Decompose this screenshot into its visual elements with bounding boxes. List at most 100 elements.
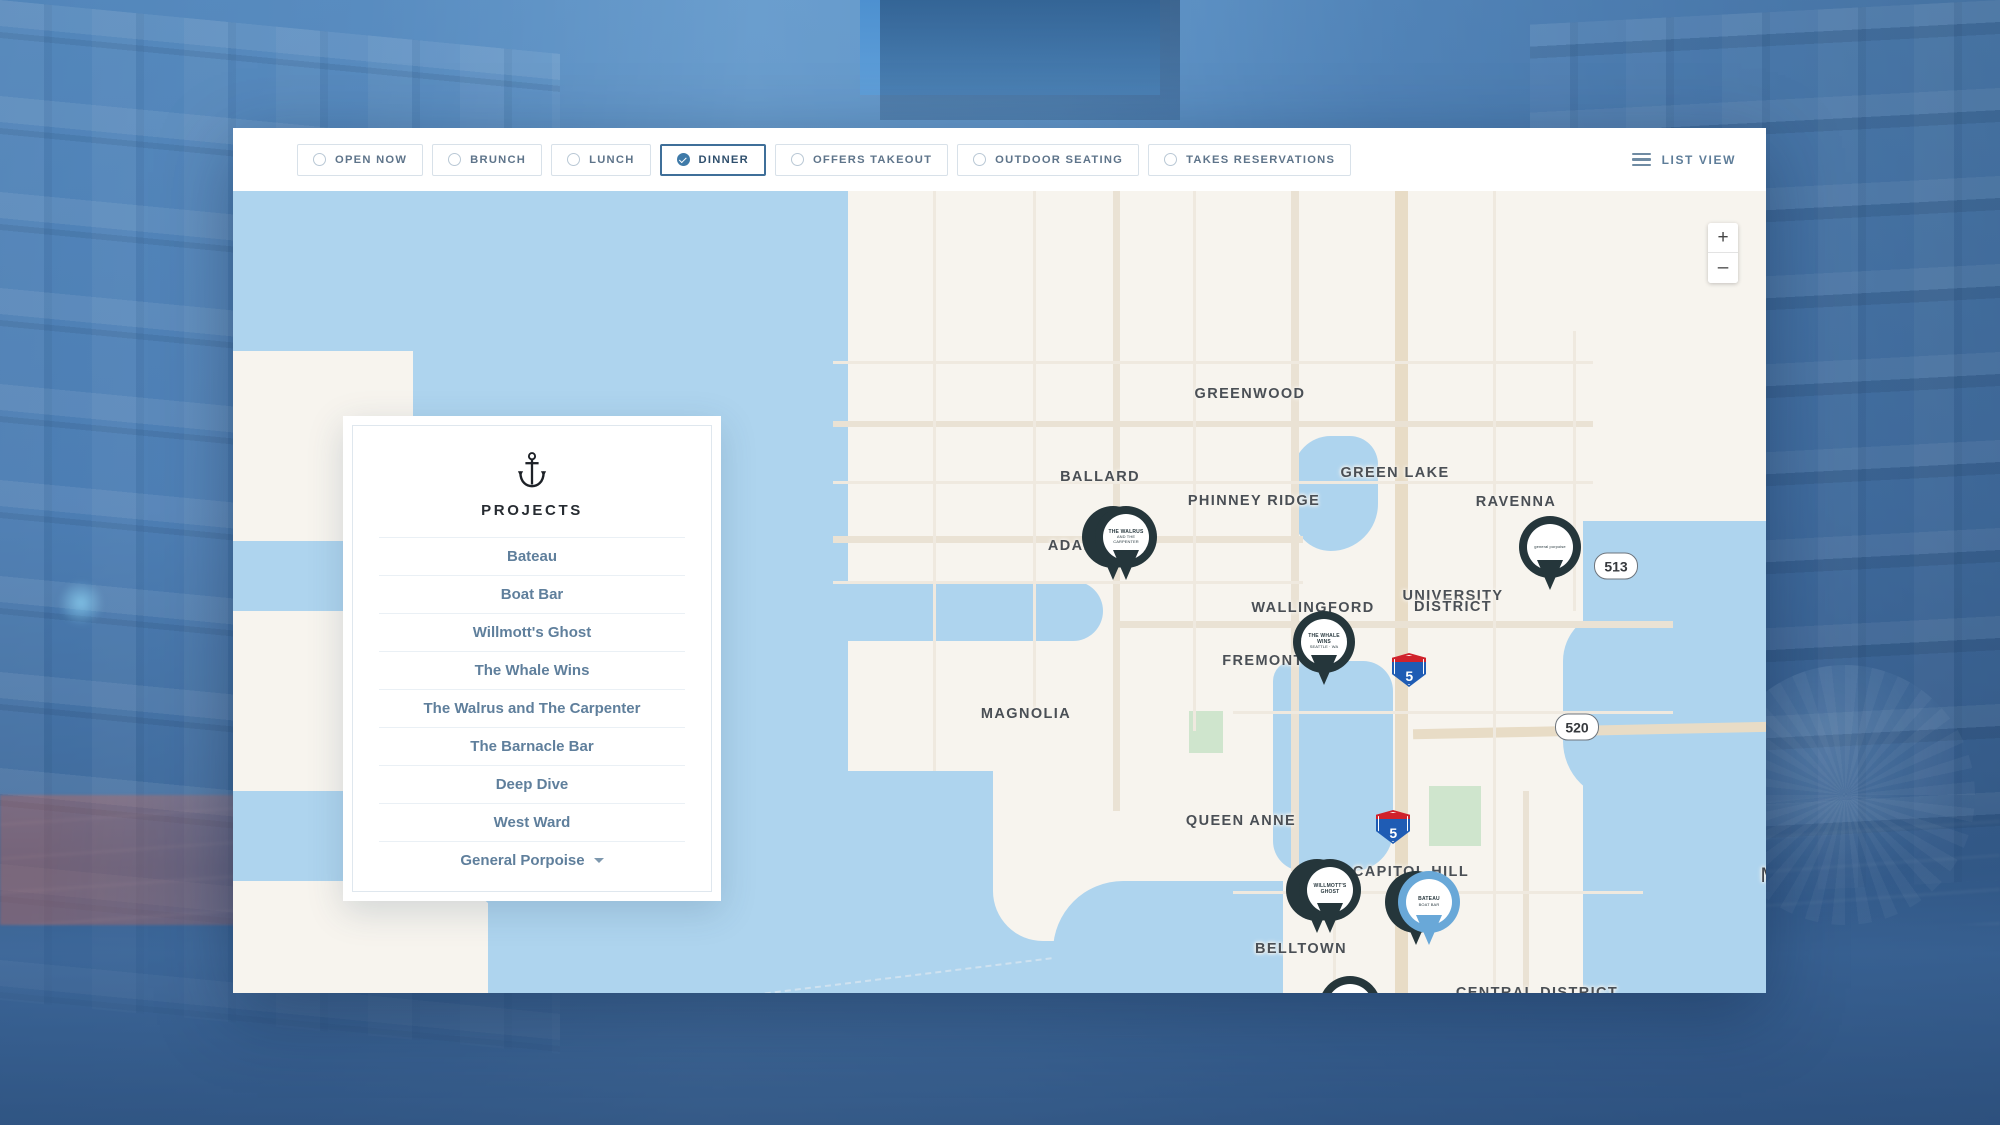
radio-icon — [973, 153, 987, 166]
road-85th — [833, 421, 1593, 427]
project-list-item[interactable]: The Whale Wins — [379, 651, 685, 689]
map-marker-willmotts-ghost[interactable]: WILLMOTT'S GHOST — [1286, 859, 1361, 939]
map-neighborhood-label: CENTRAL DISTRICT — [1455, 985, 1619, 993]
chevron-down-icon[interactable] — [593, 858, 604, 863]
road-grid-v-3 — [1193, 191, 1196, 731]
map-marker-logo: general porpoise — [1527, 524, 1573, 570]
map-pin-shape: THE WHALE WINS SEATTLE · WA — [1293, 611, 1355, 673]
project-list-item[interactable]: General Porpoise — [379, 841, 685, 879]
project-list-item[interactable]: West Ward — [379, 803, 685, 841]
project-list-item-label: General Porpoise — [460, 852, 585, 869]
filter-chip-label: TAKES RESERVATIONS — [1186, 153, 1336, 166]
map-marker-logo: BATEAU BOAT BAR — [1406, 879, 1452, 925]
filter-chip-label: OFFERS TAKEOUT — [812, 153, 933, 166]
project-list-item-label: The Walrus and The Carpenter — [423, 700, 641, 717]
map-canvas[interactable]: GREENWOOD BALLARD GREEN LAKE PHINNEY RIDGE R… — [233, 191, 1766, 993]
projects-panel-title: PROJECTS — [481, 502, 583, 519]
state-highway-shield: 520 — [1555, 713, 1599, 741]
map-marker-logo-text: CARPENTER — [1113, 538, 1139, 544]
map-marker-logo: THE WHALE WINS SEATTLE · WA — [1301, 619, 1347, 665]
projects-list: Bateau Boat Bar Willmott's Ghost The Whale … — [379, 537, 685, 879]
map-neighborhood-label: FREMONT — [1222, 653, 1304, 669]
map-marker-logo-text: SEATTLE · WA — [1309, 644, 1339, 650]
map-marker-general-porpoise-downtown[interactable]: general porpoise — [1319, 976, 1381, 993]
project-list-item-label: West Ward — [493, 814, 571, 831]
radio-icon — [313, 153, 326, 166]
map-marker-logo: THE WALRUS AND THE CARPENTER — [1103, 514, 1149, 560]
filter-chip-label: OUTDOOR SEATING — [995, 153, 1124, 166]
map-pin-shape: general porpoise — [1519, 516, 1581, 578]
project-list-item[interactable]: Deep Dive — [379, 765, 685, 803]
project-list-item-label: The Whale Wins — [474, 662, 590, 679]
filter-chip-group: OPEN NOW BRUNCH LUNCH DINNER OFFERS TAKEOUT O… — [297, 143, 1352, 176]
road-grid-h-4 — [1233, 711, 1673, 714]
anchor-icon — [379, 452, 685, 488]
project-list-item-label: The Barnacle Bar — [470, 738, 594, 755]
road-grid-h-1 — [833, 361, 1593, 364]
water-salmon-bay — [833, 581, 1103, 641]
list-view-button[interactable]: LIST VIEW — [1628, 147, 1740, 173]
project-list-item-label: Willmott's Ghost — [472, 624, 592, 641]
road-grid-h-2 — [833, 481, 1593, 484]
road-45th — [1113, 621, 1673, 628]
zoom-in-button[interactable]: + — [1708, 223, 1738, 253]
map-neighborhood-label: GREENWOOD — [1194, 386, 1306, 402]
radio-icon — [676, 153, 690, 166]
filter-chip-lunch[interactable]: LUNCH — [551, 143, 651, 176]
filter-chip-open-now[interactable]: OPEN NOW — [297, 143, 424, 176]
map-marker-logo: WILLMOTT'S GHOST — [1307, 867, 1353, 913]
list-view-label: LIST VIEW — [1661, 152, 1736, 167]
map-neighborhood-label: MAGNOLIA — [980, 706, 1072, 722]
map-marker-the-whale-wins[interactable]: THE WHALE WINS SEATTLE · WA — [1293, 611, 1355, 691]
radio-icon — [448, 153, 462, 166]
filter-chip-label: DINNER — [698, 153, 749, 166]
zoom-out-button[interactable]: – — [1708, 253, 1738, 283]
project-list-item-label: Boat Bar — [500, 586, 564, 603]
road-15th-ave — [1113, 191, 1120, 811]
filter-chip-takes-reservations[interactable]: TAKES RESERVATIONS — [1148, 143, 1352, 176]
project-list-item-label: Bateau — [506, 548, 558, 565]
project-list-item[interactable]: Boat Bar — [379, 575, 685, 613]
project-list-item[interactable]: Willmott's Ghost — [379, 613, 685, 651]
map-place-label: Medina — [1761, 864, 1766, 888]
water-lake-washington-north — [1563, 611, 1766, 801]
map-neighborhood-label: PHINNEY RIDGE — [1187, 493, 1321, 509]
app-window: OPEN NOW BRUNCH LUNCH DINNER OFFERS TAKEOUT O… — [233, 128, 1766, 993]
filter-chip-label: BRUNCH — [470, 153, 527, 166]
project-list-item[interactable]: Bateau — [379, 537, 685, 575]
map-marker-logo-text: BOAT BAR — [1418, 901, 1440, 907]
map-marker-logo-text: general porpoise — [1534, 543, 1566, 549]
park-volunteer — [1429, 786, 1481, 846]
radio-icon — [790, 153, 804, 166]
radio-icon — [1164, 153, 1178, 166]
map-pin-shape: WILLMOTT'S GHOST — [1299, 859, 1361, 921]
map-pin-shape: THE WALRUS AND THE CARPENTER — [1095, 506, 1157, 568]
map-marker-the-walrus-and-the-carpenter[interactable]: THE WALRUS AND THE CARPENTER — [1082, 506, 1157, 586]
project-list-item[interactable]: The Barnacle Bar — [379, 727, 685, 765]
projects-panel: PROJECTS Bateau Boat Bar Willmott's Ghost T… — [343, 416, 721, 901]
road-grid-h-3 — [833, 581, 1303, 584]
map-zoom-controls[interactable]: + – — [1708, 223, 1738, 283]
road-grid-v-2 — [1033, 191, 1036, 711]
filter-chip-offers-takeout[interactable]: OFFERS TAKEOUT — [774, 143, 949, 176]
state-highway-shield: 513 — [1594, 552, 1638, 580]
road-aurora-ave — [1291, 191, 1299, 871]
background-bokeh-light — [58, 580, 104, 626]
project-list-item-label: Deep Dive — [495, 776, 569, 793]
filter-chip-dinner[interactable]: DINNER — [659, 143, 766, 176]
project-list-item[interactable]: The Walrus and The Carpenter — [379, 689, 685, 727]
map-marker-bateau[interactable]: BATEAU BOAT BAR — [1385, 871, 1460, 951]
map-neighborhood-label: GREEN LAKE — [1340, 465, 1450, 481]
filter-chip-outdoor-seating[interactable]: OUTDOOR SEATING — [957, 143, 1140, 176]
projects-panel-inner: PROJECTS Bateau Boat Bar Willmott's Ghost T… — [352, 425, 712, 892]
map-pin-shape: general porpoise — [1319, 976, 1381, 993]
background-building-center — [880, 0, 1180, 120]
map-neighborhood-label: QUEEN ANNE — [1185, 813, 1297, 829]
map-marker-logo: general porpoise — [1327, 984, 1373, 993]
hamburger-icon — [1631, 152, 1651, 167]
filter-chip-label: OPEN NOW — [335, 153, 408, 166]
map-marker-general-porpoise-ravenna[interactable]: general porpoise — [1519, 516, 1581, 596]
filter-chip-label: LUNCH — [589, 153, 635, 166]
water-elliott-bay — [1053, 881, 1283, 993]
filter-chip-brunch[interactable]: BRUNCH — [432, 143, 543, 176]
